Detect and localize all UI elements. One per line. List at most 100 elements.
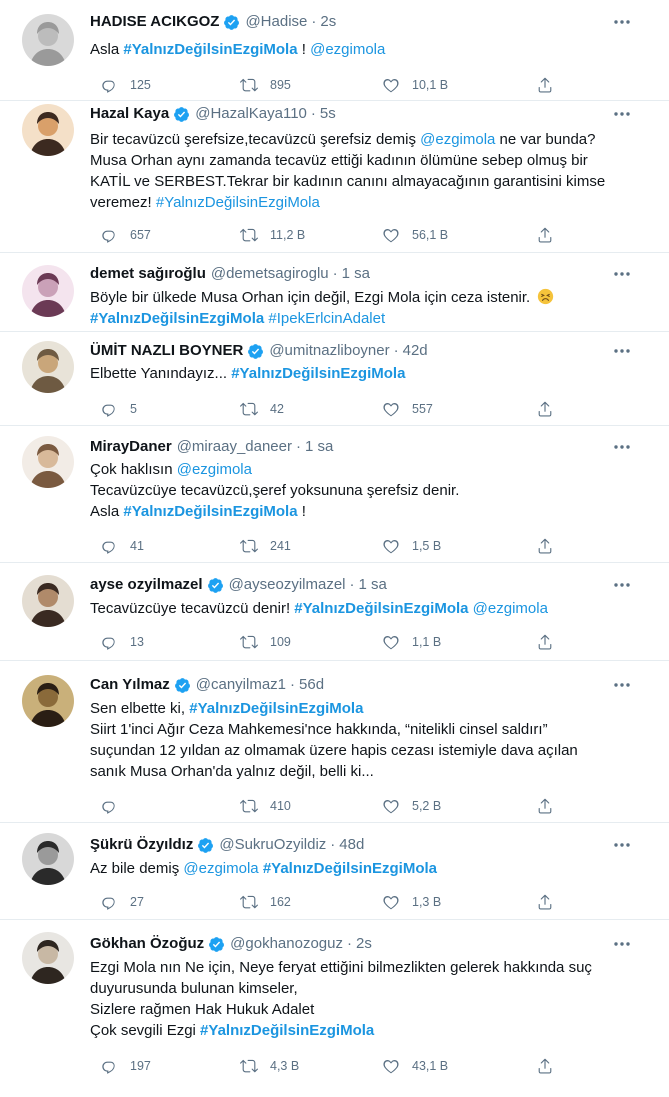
author-handle[interactable]: @canyilmaz1 [196, 675, 286, 695]
more-options-icon[interactable] [612, 104, 632, 124]
tweet-time[interactable]: 2s [356, 934, 372, 954]
like-button[interactable]: 5,2 B [370, 796, 441, 816]
share-button[interactable] [524, 892, 554, 912]
author-handle[interactable]: @Hadise [245, 12, 307, 32]
more-options-icon[interactable] [612, 12, 632, 32]
retweet-button[interactable]: 4,3 B [228, 1056, 299, 1076]
avatar[interactable] [22, 341, 74, 393]
retweet-count: 241 [270, 539, 291, 553]
mention-link[interactable]: @ezgimola [420, 131, 495, 148]
more-options-icon[interactable] [612, 264, 632, 284]
avatar[interactable] [22, 575, 74, 627]
author-name[interactable]: Can Yılmaz [90, 675, 170, 695]
author-handle[interactable]: @demetsagiroglu [211, 264, 329, 284]
more-options-icon[interactable] [612, 575, 632, 595]
like-button[interactable]: 56,1 B [370, 225, 448, 245]
author-name[interactable]: MirayDaner [90, 437, 172, 457]
retweet-button[interactable]: 11,2 B [228, 225, 305, 245]
avatar[interactable] [22, 932, 74, 984]
verified-badge-icon [169, 106, 190, 123]
share-button[interactable] [524, 796, 554, 816]
tweet-time[interactable]: 1 sa [359, 575, 387, 595]
author-name[interactable]: Hazal Kaya [90, 104, 169, 124]
retweet-button[interactable]: 109 [228, 632, 291, 652]
avatar[interactable] [22, 436, 74, 488]
share-button[interactable] [524, 75, 554, 95]
like-button[interactable]: 10,1 B [370, 75, 448, 95]
hashtag-link[interactable]: #YalnızDeğilsinEzgiMola [263, 860, 437, 877]
avatar[interactable] [22, 104, 74, 156]
tweet-time[interactable]: 48d [339, 835, 364, 855]
hashtag-link[interactable]: #YalnızDeğilsinEzgiMola [90, 310, 264, 327]
share-icon [536, 893, 554, 911]
mention-link[interactable]: @ezgimola [177, 461, 252, 478]
hashtag-link[interactable]: #YalnızDeğilsinEzgiMola [123, 41, 297, 58]
avatar[interactable] [22, 675, 74, 727]
reply-button[interactable] [88, 796, 118, 816]
author-name[interactable]: HADISE ACIKGOZ [90, 12, 219, 32]
reply-button[interactable]: 41 [88, 536, 144, 556]
hashtag-link[interactable]: #YalnızDeğilsinEzgiMola [294, 600, 468, 617]
mention-link[interactable]: @ezgimola [310, 41, 385, 58]
tweet-text-line: Elbette Yanındayız... #YalnızDeğilsinEzg… [90, 363, 405, 384]
tweet-time[interactable]: 1 sa [305, 437, 333, 457]
author-name[interactable]: demet sağıroğlu [90, 264, 206, 284]
hashtag-link[interactable]: #YalnızDeğilsinEzgiMola [189, 700, 363, 717]
share-button[interactable] [524, 225, 554, 245]
mention-link[interactable]: @ezgimola [183, 860, 258, 877]
hashtag-link[interactable]: #YalnızDeğilsinEzgiMola [200, 1022, 374, 1039]
share-button[interactable] [524, 1056, 554, 1076]
reply-button[interactable]: 657 [88, 225, 151, 245]
share-button[interactable] [524, 536, 554, 556]
reply-button[interactable]: 197 [88, 1056, 151, 1076]
author-name[interactable]: Gökhan Özoğuz [90, 934, 204, 954]
avatar[interactable] [22, 265, 74, 317]
retweet-button[interactable]: 241 [228, 536, 291, 556]
like-button[interactable]: 1,1 B [370, 632, 441, 652]
retweet-count: 162 [270, 895, 291, 909]
like-button[interactable]: 43,1 B [370, 1056, 448, 1076]
more-options-icon[interactable] [612, 934, 632, 954]
author-handle[interactable]: @umitnazliboyner [269, 341, 389, 361]
tweet-time[interactable]: 42d [403, 341, 428, 361]
hashtag-link[interactable]: #IpekErlcinAdalet [268, 310, 385, 327]
like-button[interactable]: 1,5 B [370, 536, 441, 556]
reply-button[interactable]: 5 [88, 399, 137, 419]
author-handle[interactable]: @ayseozyilmazel [229, 575, 346, 595]
heart-icon [382, 797, 400, 815]
tweet-time[interactable]: 1 sa [342, 264, 370, 284]
retweet-button[interactable]: 410 [228, 796, 291, 816]
tweet-time[interactable]: 2s [320, 12, 336, 32]
mention-link[interactable]: @ezgimola [473, 600, 548, 617]
tweet-time[interactable]: 5s [320, 104, 336, 124]
avatar[interactable] [22, 833, 74, 885]
tweet-text: Bir tecavüzcü şerefsize,tecavüzcü şerefs… [90, 129, 605, 213]
hashtag-link[interactable]: #YalnızDeğilsinEzgiMola [231, 365, 405, 382]
tweet-time[interactable]: 56d [299, 675, 324, 695]
more-options-icon[interactable] [612, 835, 632, 855]
more-options-icon[interactable] [612, 341, 632, 361]
author-handle[interactable]: @SukruOzyildiz [219, 835, 326, 855]
author-name[interactable]: ÜMİT NAZLI BOYNER [90, 341, 243, 361]
author-handle[interactable]: @HazalKaya110 [195, 104, 307, 124]
hashtag-link[interactable]: #YalnızDeğilsinEzgiMola [123, 503, 297, 520]
hashtag-link[interactable]: #YalnızDeğilsinEzgiMola [156, 194, 320, 211]
reply-button[interactable]: 13 [88, 632, 144, 652]
retweet-button[interactable]: 42 [228, 399, 284, 419]
retweet-button[interactable]: 895 [228, 75, 291, 95]
more-options-icon[interactable] [612, 675, 632, 695]
author-name[interactable]: Şükrü Özyıldız [90, 835, 193, 855]
reply-button[interactable]: 125 [88, 75, 151, 95]
like-button[interactable]: 1,3 B [370, 892, 441, 912]
retweet-button[interactable]: 162 [228, 892, 291, 912]
share-button[interactable] [524, 632, 554, 652]
tweet-text-line: #YalnızDeğilsinEzgiMola #IpekErlcinAdale… [90, 308, 554, 329]
like-button[interactable]: 557 [370, 399, 433, 419]
share-button[interactable] [524, 399, 554, 419]
avatar[interactable] [22, 14, 74, 66]
author-handle[interactable]: @miraay_daneer [177, 437, 292, 457]
more-options-icon[interactable] [612, 437, 632, 457]
author-name[interactable]: ayse ozyilmazel [90, 575, 203, 595]
author-handle[interactable]: @gokhanozoguz [230, 934, 343, 954]
reply-button[interactable]: 27 [88, 892, 144, 912]
